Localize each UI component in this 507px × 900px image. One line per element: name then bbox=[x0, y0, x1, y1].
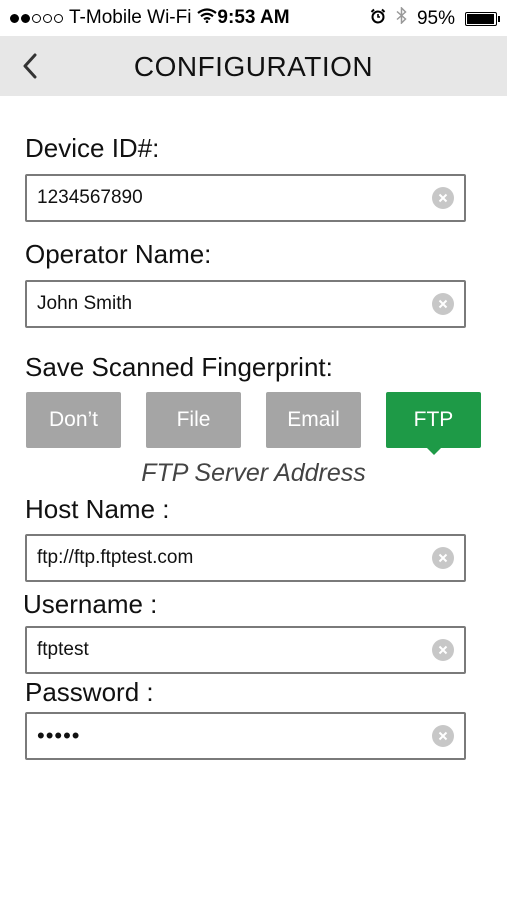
operator-name-field bbox=[25, 280, 466, 328]
username-label: Username : bbox=[23, 589, 158, 619]
host-name-input[interactable] bbox=[37, 536, 427, 580]
battery-percent: 95% bbox=[416, 7, 455, 29]
host-name-field bbox=[25, 534, 466, 582]
clear-icon[interactable] bbox=[432, 639, 454, 661]
bluetooth-icon bbox=[396, 6, 407, 30]
device-id-field bbox=[25, 174, 466, 222]
operator-name-input[interactable] bbox=[37, 282, 427, 326]
username-field bbox=[25, 626, 466, 674]
ftp-section-caption: FTP Server Address bbox=[141, 459, 366, 487]
password-input[interactable] bbox=[37, 714, 427, 758]
device-id-input[interactable] bbox=[37, 176, 427, 220]
clear-icon[interactable] bbox=[432, 293, 454, 315]
status-bar: T-Mobile Wi-Fi 9:53 AM 95% bbox=[0, 0, 507, 36]
password-label: Password : bbox=[25, 677, 154, 707]
battery-icon bbox=[465, 11, 500, 26]
host-name-label: Host Name : bbox=[25, 494, 170, 524]
username-input[interactable] bbox=[37, 628, 427, 672]
save-option-email-button[interactable]: Email bbox=[266, 392, 361, 448]
status-right: 95% bbox=[370, 6, 500, 30]
operator-name-label: Operator Name: bbox=[25, 239, 212, 269]
clear-icon[interactable] bbox=[432, 725, 454, 747]
battery-fill bbox=[467, 13, 494, 24]
clear-icon[interactable] bbox=[432, 187, 454, 209]
password-field bbox=[25, 712, 466, 760]
save-fingerprint-label: Save Scanned Fingerprint: bbox=[25, 352, 333, 382]
selected-pointer-icon bbox=[426, 448, 441, 455]
alarm-icon bbox=[370, 8, 386, 30]
device-id-label: Device ID#: bbox=[25, 133, 160, 163]
save-option-ftp-button[interactable]: FTP bbox=[386, 392, 481, 455]
nav-bar: CONFIGURATION bbox=[0, 36, 507, 96]
page-title: CONFIGURATION bbox=[133, 51, 374, 82]
clear-icon[interactable] bbox=[432, 547, 454, 569]
save-option-file-button[interactable]: File bbox=[146, 392, 241, 448]
save-option-dont-button[interactable]: Don’t bbox=[26, 392, 121, 448]
save-option-ftp-label: FTP bbox=[413, 408, 454, 431]
